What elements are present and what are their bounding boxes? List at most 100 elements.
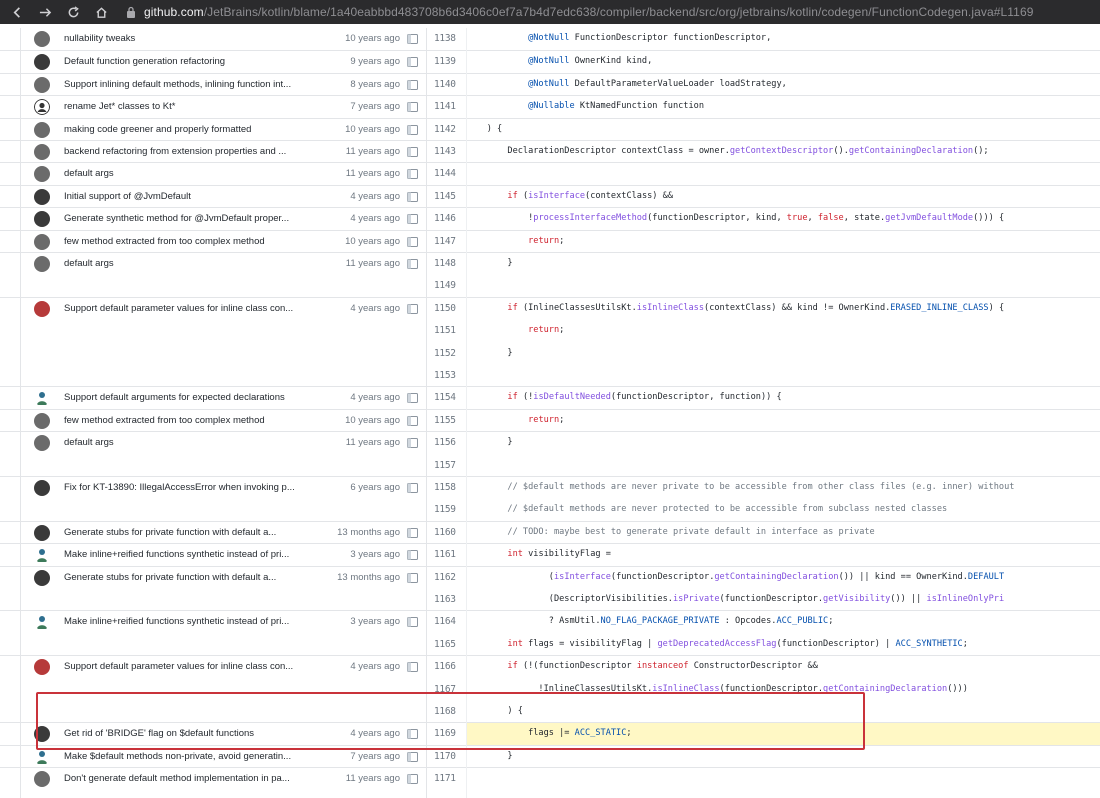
line-number[interactable]: 1146 [426,208,466,230]
avatar[interactable] [34,31,50,47]
line-number[interactable]: 1152 [426,343,466,365]
reblame-icon[interactable] [407,303,418,314]
avatar[interactable] [34,121,50,138]
commit-message-link[interactable]: Initial support of @JvmDefault [64,191,324,202]
commit-message-link[interactable]: default args [64,437,324,448]
commit-message-link[interactable]: Generate stubs for private function with… [64,527,324,538]
commit-message-link[interactable]: Make inline+reified functions synthetic … [64,616,324,627]
avatar[interactable] [34,188,50,205]
reblame-icon[interactable] [407,617,418,628]
line-number[interactable]: 1170 [426,746,466,768]
reblame-icon[interactable] [407,550,418,561]
line-number[interactable]: 1154 [426,387,466,409]
avatar[interactable] [34,771,50,788]
commit-message-link[interactable]: making code greener and properly formatt… [64,124,324,135]
line-number[interactable]: 1171 [426,768,466,790]
avatar[interactable] [34,390,50,406]
line-number[interactable]: 1140 [426,74,466,96]
commit-message-link[interactable]: Don't generate default method implementa… [64,773,324,784]
reblame-icon[interactable] [407,729,418,740]
reblame-icon[interactable] [407,147,418,157]
commit-message-link[interactable]: Generate synthetic method for @JvmDefaul… [64,213,324,224]
line-number[interactable]: 1162 [426,567,466,589]
commit-message-link[interactable]: backend refactoring from extension prope… [64,146,324,157]
line-number[interactable]: 1144 [426,163,466,185]
avatar[interactable] [34,726,50,743]
avatar[interactable] [34,659,50,676]
avatar[interactable] [34,211,50,228]
commit-message-link[interactable]: rename Jet* classes to Kt* [64,101,324,112]
line-number[interactable]: 1158 [426,477,466,499]
commit-message-link[interactable]: Make inline+reified functions synthetic … [64,549,324,560]
line-number[interactable]: 1169 [426,723,466,745]
commit-message-link[interactable]: default args [64,258,324,269]
reblame-icon[interactable] [407,438,418,449]
reblame-icon[interactable] [407,393,418,404]
reblame-icon[interactable] [407,774,418,785]
commit-message-link[interactable]: nullability tweaks [64,33,324,44]
reblame-icon[interactable] [407,415,418,426]
commit-message-link[interactable]: default args [64,168,324,179]
address-bar[interactable]: github.com/JetBrains/kotlin/blame/1a40ea… [126,5,1034,19]
line-number[interactable]: 1147 [426,231,466,253]
reblame-icon[interactable] [407,79,418,90]
line-number[interactable]: 1165 [426,634,466,656]
reblame-icon[interactable] [407,572,418,583]
line-number[interactable]: 1156 [426,432,466,454]
commit-message-link[interactable]: few method extracted from too complex me… [64,415,324,426]
line-number[interactable]: 1141 [426,96,466,118]
reblame-icon[interactable] [407,259,418,269]
avatar[interactable] [34,749,50,765]
commit-message-link[interactable]: Support default parameter values for inl… [64,661,324,672]
reblame-icon[interactable] [407,236,418,247]
avatar[interactable] [34,54,50,71]
commit-message-link[interactable]: few method extracted from too complex me… [64,236,324,247]
avatar[interactable] [34,412,50,429]
avatar[interactable] [34,76,50,93]
avatar[interactable] [34,144,50,160]
line-number[interactable]: 1167 [426,679,466,701]
line-number[interactable]: 1157 [426,455,466,477]
line-number[interactable]: 1161 [426,544,466,566]
line-number[interactable]: 1142 [426,119,466,141]
avatar[interactable] [34,569,50,586]
line-number[interactable]: 1143 [426,141,466,163]
avatar[interactable] [34,233,50,250]
commit-message-link[interactable]: Support inlining default methods, inlini… [64,79,324,90]
line-number[interactable]: 1164 [426,611,466,633]
reblame-icon[interactable] [407,214,418,225]
back-arrow-icon[interactable] [6,1,28,23]
line-number[interactable]: 1155 [426,410,466,432]
avatar[interactable] [34,614,50,630]
line-number[interactable]: 1159 [426,499,466,521]
commit-message-link[interactable]: Make $default methods non-private, avoid… [64,751,324,762]
home-icon[interactable] [90,1,112,23]
avatar[interactable] [34,480,50,496]
line-number[interactable]: 1153 [426,365,466,387]
reblame-icon[interactable] [407,169,418,180]
avatar[interactable] [34,256,50,272]
line-number[interactable]: 1138 [426,28,466,50]
reblame-icon[interactable] [407,527,418,538]
forward-arrow-icon[interactable] [34,1,56,23]
reblame-icon[interactable] [407,662,418,673]
line-number[interactable]: 1149 [426,275,466,297]
line-number[interactable]: 1163 [426,589,466,611]
reblame-icon[interactable] [407,483,418,493]
avatar[interactable] [34,99,50,116]
reblame-icon[interactable] [407,57,418,68]
line-number[interactable]: 1148 [426,253,466,275]
line-number[interactable]: 1168 [426,701,466,723]
avatar[interactable] [34,547,50,563]
line-number[interactable]: 1151 [426,320,466,342]
reblame-icon[interactable] [407,124,418,135]
line-number[interactable]: 1160 [426,522,466,544]
commit-message-link[interactable]: Support default arguments for expected d… [64,392,324,403]
avatar[interactable] [34,524,50,541]
line-number[interactable]: 1139 [426,51,466,73]
avatar[interactable] [34,166,50,183]
commit-message-link[interactable]: Generate stubs for private function with… [64,572,324,583]
line-number[interactable]: 1145 [426,186,466,208]
reblame-icon[interactable] [407,34,418,44]
line-number[interactable]: 1150 [426,298,466,320]
